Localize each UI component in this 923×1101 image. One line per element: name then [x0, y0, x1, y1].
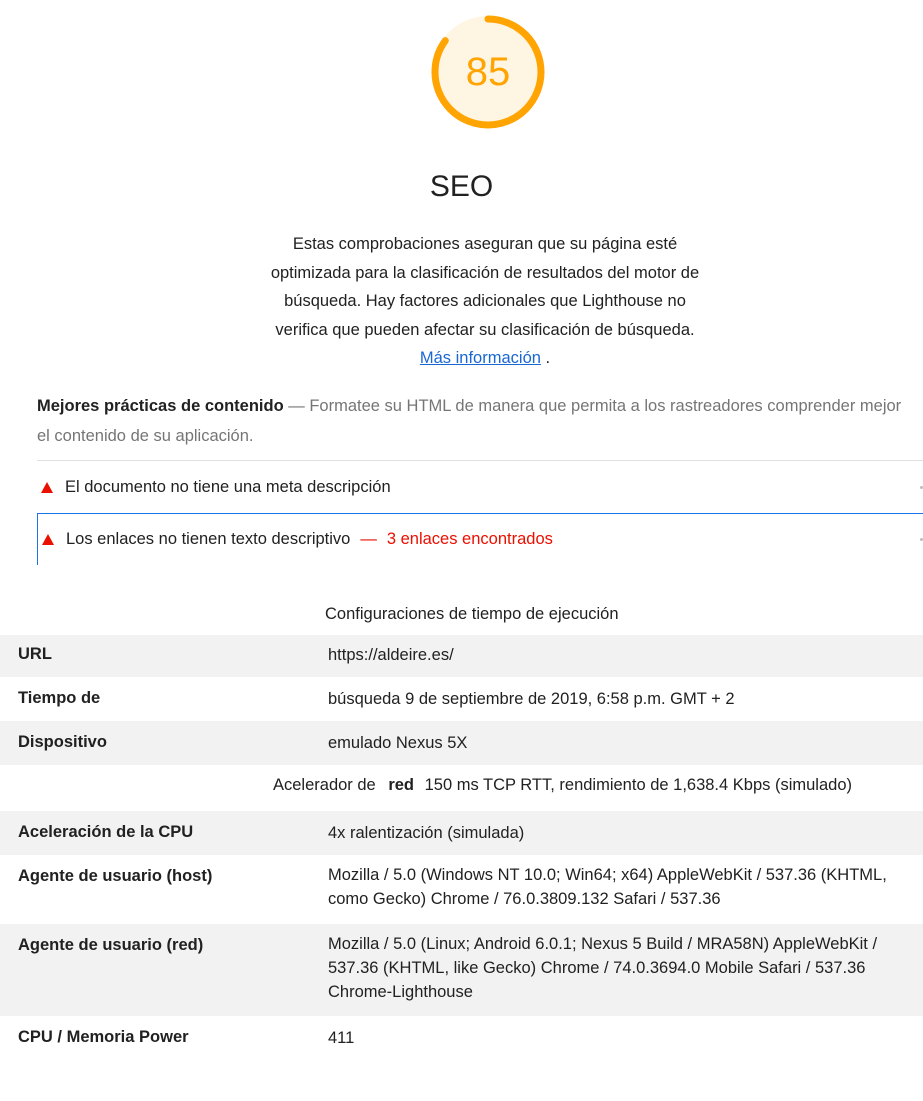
table-row: Agente de usuario (red) Mozilla / 5.0 (L… [0, 924, 923, 1016]
table-row: Agente de usuario (host) Mozilla / 5.0 (… [0, 855, 923, 924]
seo-score-value: 85 [465, 49, 511, 94]
audit-title: Los enlaces no tienen texto descriptivo [66, 530, 351, 548]
audit-group-title: Mejores prácticas de contenido [37, 397, 284, 415]
audit-group-header: Mejores prácticas de contenido — Formate… [37, 391, 917, 451]
network-throttling-cell: Acelerador de red 150 ms TCP RTT, rendim… [0, 765, 923, 811]
row-label: Agente de usuario (red) [18, 936, 204, 954]
row-value: Mozilla / 5.0 (Linux; Android 6.0.1; Nex… [328, 935, 878, 1001]
group-divider [37, 460, 923, 461]
row-value: https://aldeire.es/ [328, 646, 454, 664]
row-value: 150 ms TCP RTT, rendimiento de 1,638.4 K… [424, 776, 852, 794]
row-value: 4x ralentización (simulada) [328, 824, 525, 842]
row-value: Mozilla / 5.0 (Windows NT 10.0; Win64; x… [328, 866, 887, 908]
row-label: Agente de usuario (host) [18, 867, 213, 885]
category-description-text: Estas comprobaciones aseguran que su pág… [270, 235, 700, 339]
row-label: Tiempo de [18, 689, 101, 707]
table-row: Tiempo de búsqueda 9 de septiembre de 20… [0, 677, 923, 721]
table-row: Dispositivo emulado Nexus 5X [0, 721, 923, 765]
audit-separator: — [360, 530, 377, 548]
audit-meta-description[interactable]: El documento no tiene una meta descripci… [37, 462, 923, 512]
audit-title: El documento no tiene una meta descripci… [65, 477, 391, 496]
audit-link-text[interactable]: Los enlaces no tienen texto descriptivo … [37, 513, 923, 565]
row-label: URL [18, 645, 52, 663]
fail-triangle-icon [42, 534, 54, 545]
table-row: Acelerador de red 150 ms TCP RTT, rendim… [0, 765, 923, 811]
learn-more-link[interactable]: Más información [420, 349, 541, 367]
fail-triangle-icon [41, 481, 53, 493]
audit-display-value: 3 enlaces encontrados [386, 530, 553, 548]
table-row: Aceleración de la CPU 4x ralentización (… [0, 811, 923, 855]
row-label: Aceleración de la CPU [18, 823, 194, 841]
category-description: Estas comprobaciones aseguran que su pág… [265, 230, 705, 373]
runtime-settings-table: URL https://aldeire.es/ Tiempo de búsque… [0, 635, 923, 1058]
row-label: CPU / Memoria Power [18, 1028, 189, 1046]
seo-score-gauge: 85 [426, 10, 550, 134]
row-value: búsqueda 9 de septiembre de 2019, 6:58 p… [328, 690, 735, 708]
audit-group-separator: — [288, 397, 305, 415]
category-title: SEO [429, 170, 494, 203]
learn-more-suffix: . [545, 349, 551, 367]
runtime-settings-title: Configuraciones de tiempo de ejecución [325, 605, 619, 623]
row-value-prefix: Acelerador de [273, 776, 376, 794]
row-value: 411 [328, 1029, 355, 1047]
row-label: Dispositivo [18, 733, 107, 751]
table-row: URL https://aldeire.es/ [0, 635, 923, 677]
row-value-bold: red [388, 776, 415, 794]
table-row: CPU / Memoria Power 411 [0, 1016, 923, 1058]
row-value: emulado Nexus 5X [328, 734, 468, 752]
